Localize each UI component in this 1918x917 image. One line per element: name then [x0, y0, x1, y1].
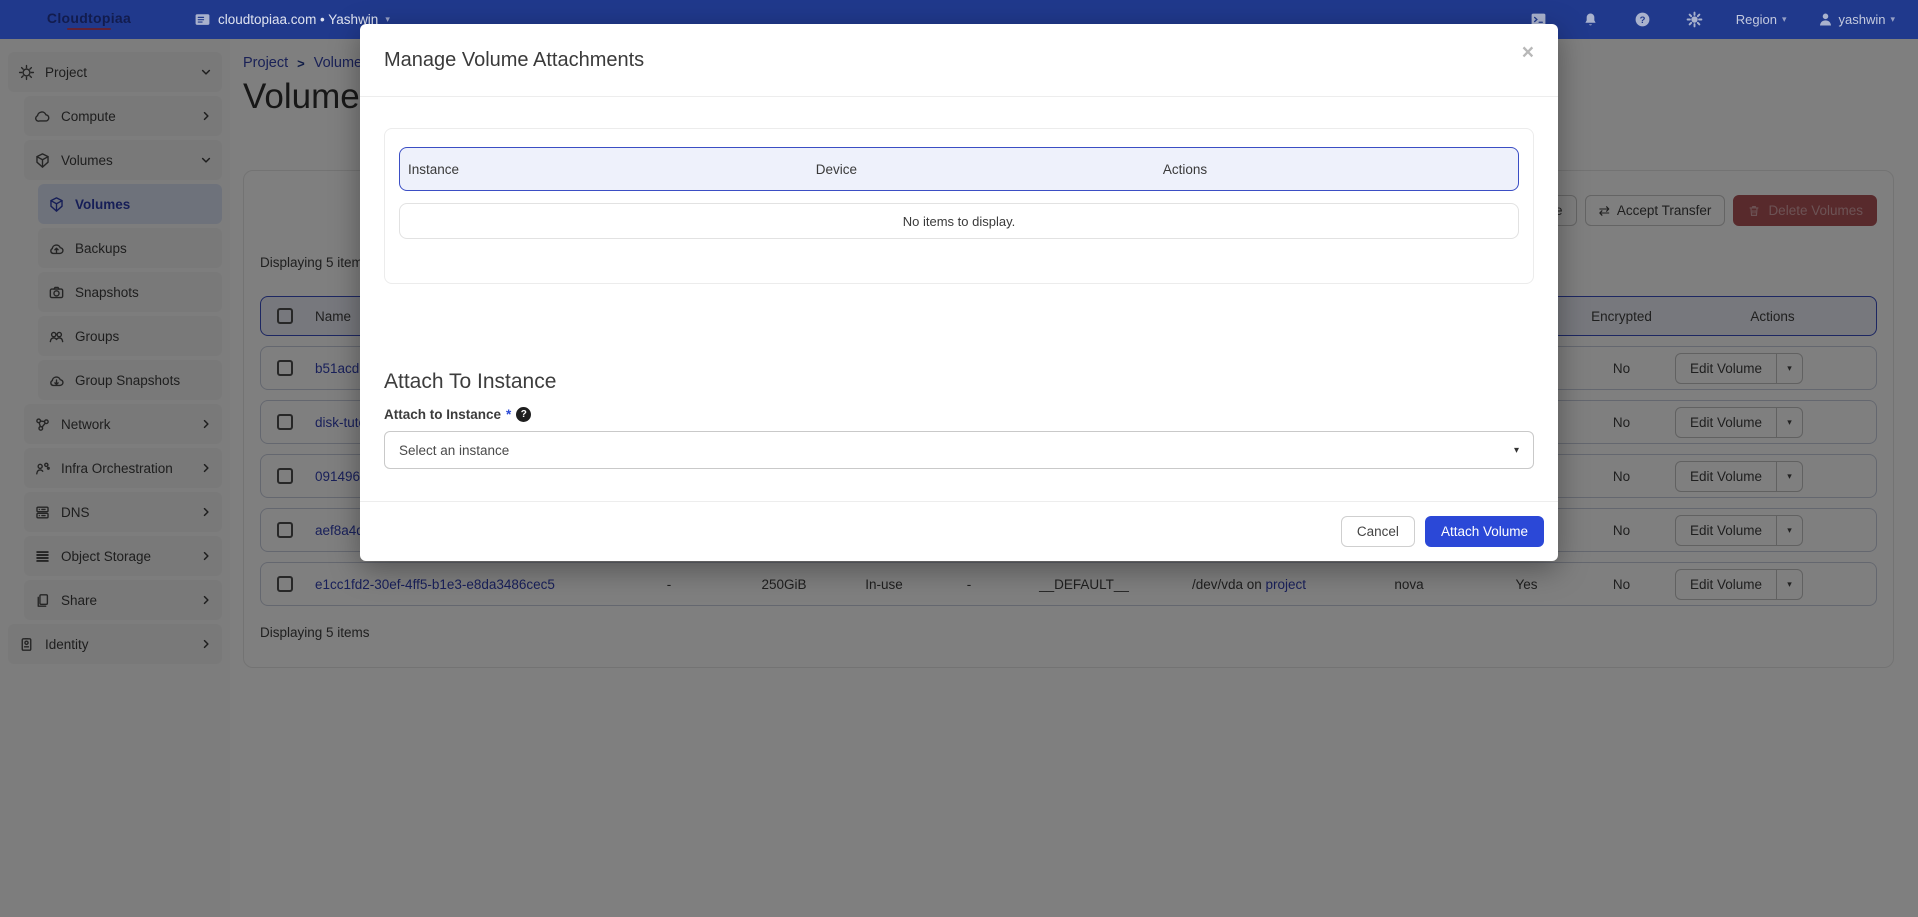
user-label: yashwin: [1839, 12, 1886, 27]
attachments-table-header: Instance Device Actions: [399, 147, 1519, 191]
brand-logo[interactable]: Cloudtopiaa: [0, 10, 178, 30]
header-device: Device: [816, 162, 1163, 177]
modal-body: Instance Device Actions No items to disp…: [360, 128, 1558, 469]
region-label: Region: [1736, 12, 1777, 27]
close-icon[interactable]: ×: [1522, 42, 1534, 63]
region-dropdown[interactable]: Region ▾: [1736, 12, 1787, 27]
attach-field-label: Attach to Instance * ?: [384, 407, 1534, 422]
modal-title: Manage Volume Attachments: [384, 49, 644, 72]
help-circle-icon: ?: [1634, 11, 1651, 28]
attachments-table-container: Instance Device Actions No items to disp…: [384, 128, 1534, 284]
help-circle-icon[interactable]: ?: [516, 407, 531, 422]
domain-card-icon: [194, 11, 211, 28]
domain-switcher-label: cloudtopiaa.com • Yashwin: [218, 12, 378, 27]
chevron-down-icon: ▾: [1890, 14, 1895, 25]
navbar-actions: ? Region ▾ yashwin ▾: [1513, 11, 1918, 28]
user-dropdown[interactable]: yashwin ▾: [1817, 11, 1896, 28]
chevron-down-icon: ▾: [1782, 14, 1787, 25]
chevron-down-icon: ▾: [1514, 445, 1519, 456]
header-actions: Actions: [1163, 162, 1510, 177]
attachments-empty-row: No items to display.: [399, 203, 1519, 239]
person-icon: [1817, 11, 1834, 28]
cancel-button[interactable]: Cancel: [1341, 516, 1415, 547]
bell-icon: [1582, 11, 1599, 28]
attach-section-title: Attach To Instance: [384, 370, 1534, 394]
manage-attachments-modal: Manage Volume Attachments × Instance Dev…: [360, 24, 1558, 561]
notifications-button[interactable]: [1565, 11, 1617, 28]
brand-tagline: [67, 28, 111, 30]
instance-select-value: Select an instance: [399, 443, 509, 458]
required-asterisk: *: [506, 407, 511, 422]
svg-text:?: ?: [1640, 15, 1646, 26]
instance-select[interactable]: Select an instance ▾: [384, 431, 1534, 469]
header-instance: Instance: [408, 162, 816, 177]
modal-header: Manage Volume Attachments ×: [360, 24, 1558, 97]
attach-volume-button[interactable]: Attach Volume: [1425, 516, 1544, 547]
modal-footer: Cancel Attach Volume: [360, 501, 1558, 561]
brand-name: Cloudtopiaa: [0, 10, 178, 26]
help-button[interactable]: ?: [1617, 11, 1669, 28]
settings-button[interactable]: [1669, 11, 1721, 28]
gear-icon: [1686, 11, 1703, 28]
